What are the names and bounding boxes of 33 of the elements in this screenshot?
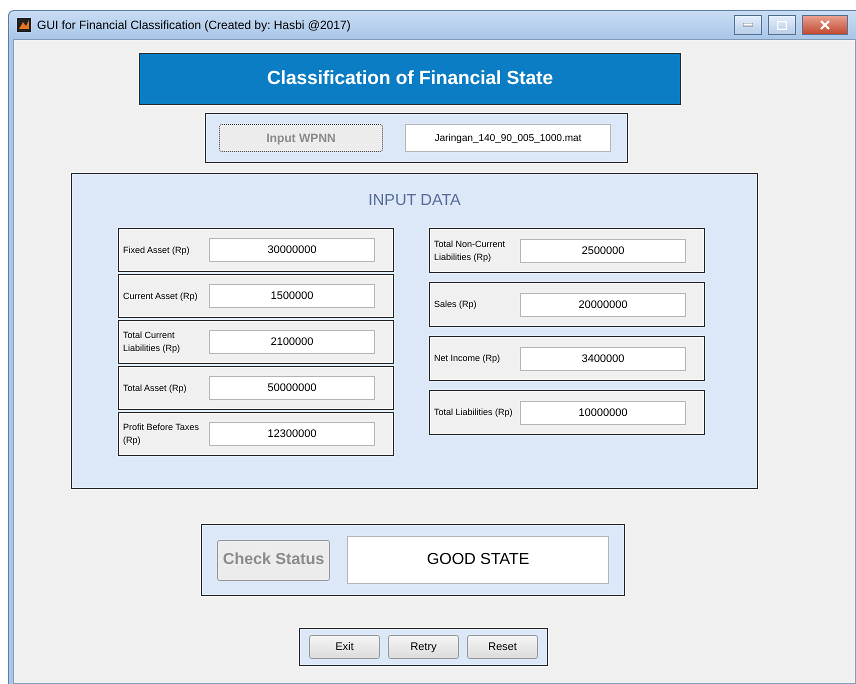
input-field[interactable]: 2100000 — [209, 330, 375, 354]
input-field[interactable]: 50000000 — [209, 376, 375, 400]
input-field[interactable]: 3400000 — [520, 346, 686, 370]
field-label: Total Non-Current Liabilities (Rp) — [434, 238, 506, 264]
field-label: Fixed Asset (Rp) — [123, 244, 191, 256]
status-result-field: GOOD STATE — [347, 536, 609, 584]
field-label: Profit Before Taxes (Rp) — [123, 421, 200, 447]
field-label: Sales (Rp) — [434, 298, 478, 311]
close-icon — [820, 20, 830, 30]
field-label: Current Asset (Rp) — [123, 290, 199, 302]
input-field[interactable]: 20000000 — [520, 292, 686, 316]
panel-title: INPUT DATA — [368, 192, 461, 209]
field-label: Total Current Liabilities (Rp) — [123, 329, 182, 355]
input-field[interactable]: 12300000 — [209, 422, 375, 446]
input-field[interactable]: 2500000 — [520, 238, 686, 262]
maximize-button[interactable] — [768, 15, 796, 35]
action-button[interactable]: Retry — [388, 635, 459, 659]
action-button[interactable]: Reset — [467, 635, 538, 659]
input-field[interactable]: 30000000 — [209, 238, 375, 262]
header-title: Classification of Financial State — [266, 68, 554, 90]
field-label: Total Asset (Rp) — [123, 382, 188, 394]
maximize-icon — [777, 20, 787, 30]
action-button[interactable]: Exit — [309, 635, 380, 659]
window-title: GUI for Financial Classification (Created by: Hasbi @2017) — [37, 18, 352, 32]
app-icon — [17, 18, 31, 32]
close-button[interactable] — [802, 15, 848, 35]
field-label: Net Income (Rp) — [434, 352, 502, 365]
file-name-field[interactable]: Jaringan_140_90_005_1000.mat — [405, 124, 611, 152]
input-field[interactable]: 1500000 — [209, 284, 375, 308]
minimize-icon — [743, 23, 753, 27]
minimize-button[interactable] — [734, 15, 762, 35]
input-field[interactable]: 10000000 — [520, 400, 686, 424]
field-label: Total Liabilities (Rp) — [434, 406, 514, 419]
